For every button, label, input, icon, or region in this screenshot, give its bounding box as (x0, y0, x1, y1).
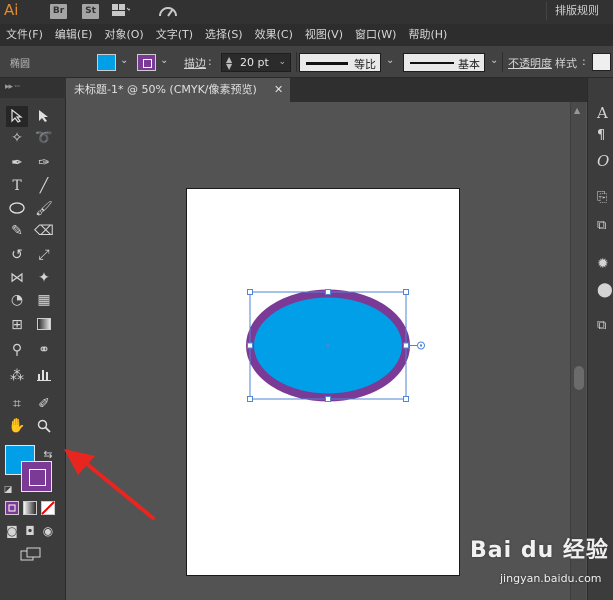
scroll-up-icon[interactable]: ▲ (574, 106, 580, 115)
paragraph-panel-icon[interactable]: ¶ (597, 128, 605, 143)
watermark-url: jingyan.baidu.com (500, 572, 602, 585)
resize-handle[interactable] (325, 289, 331, 295)
graphic-styles-icon[interactable]: ⬤ (597, 282, 613, 298)
opentype-panel-icon[interactable]: O (597, 152, 609, 170)
appearance-panel-icon[interactable]: ✹ (597, 256, 609, 272)
resize-handle[interactable] (247, 396, 253, 402)
character-panel-icon[interactable]: A (597, 104, 608, 122)
resize-handle[interactable] (325, 396, 331, 402)
resize-handle[interactable] (403, 396, 409, 402)
resize-handle[interactable] (403, 289, 409, 295)
selection-overlay (246, 289, 425, 402)
scroll-thumb[interactable] (574, 366, 584, 390)
transform-panel-icon[interactable]: ⧉ (597, 318, 606, 333)
resize-handle[interactable] (403, 342, 409, 349)
right-panel-dock: A ¶ O ⎘ ⧉ ✹ ⬤ ⧉ (587, 78, 613, 600)
paragraph-styles-icon[interactable]: ⧉ (597, 218, 606, 233)
center-point (326, 343, 330, 348)
resize-handle[interactable] (247, 289, 253, 295)
character-styles-icon[interactable]: ⎘ (597, 190, 607, 205)
vertical-scrollbar[interactable]: ▲ (570, 102, 586, 600)
resize-handle[interactable] (247, 342, 253, 349)
pie-widget-dot (419, 344, 423, 347)
watermark-logo: Bai du 经验 (470, 538, 609, 563)
